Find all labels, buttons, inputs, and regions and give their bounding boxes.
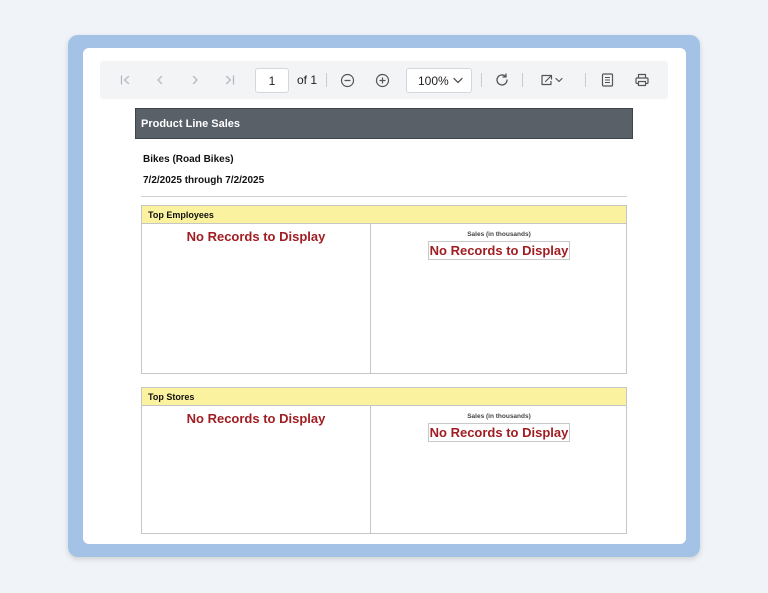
print-icon[interactable] xyxy=(631,61,653,99)
top-stores-section: Top Stores No Records to Display Sales (… xyxy=(141,387,627,534)
toolbar-divider xyxy=(326,73,327,87)
chevron-left-icon[interactable] xyxy=(149,61,171,99)
section-heading: Top Stores xyxy=(142,387,626,406)
stores-chart-area: Sales (in thousands) No Records to Displ… xyxy=(371,406,627,533)
refresh-icon[interactable] xyxy=(491,61,513,99)
chevron-right-icon[interactable] xyxy=(184,61,206,99)
report-category: Bikes (Road Bikes) xyxy=(143,154,234,165)
page-number-input[interactable] xyxy=(255,68,289,93)
report-date-range: 7/2/2025 through 7/2/2025 xyxy=(143,175,265,186)
first-page-icon[interactable] xyxy=(114,61,136,99)
document-icon[interactable] xyxy=(596,61,618,99)
stores-table-area: No Records to Display xyxy=(142,406,371,533)
report-title: Product Line Sales xyxy=(135,108,633,139)
no-records-message: No Records to Display xyxy=(428,423,570,442)
employees-chart-area: Sales (in thousands) No Records to Displ… xyxy=(371,224,627,373)
divider xyxy=(141,196,627,197)
chart-label: Sales (in thousands) xyxy=(467,231,531,238)
export-icon[interactable] xyxy=(536,61,568,99)
zoom-select[interactable]: 100% xyxy=(406,68,472,93)
toolbar-divider xyxy=(481,73,482,87)
zoom-out-icon[interactable] xyxy=(336,61,358,99)
toolbar-divider xyxy=(585,73,586,87)
section-heading: Top Employees xyxy=(142,205,626,224)
chart-label: Sales (in thousands) xyxy=(467,413,531,420)
no-records-message: No Records to Display xyxy=(186,411,326,426)
page-count-label: of 1 xyxy=(297,73,318,87)
zoom-in-icon[interactable] xyxy=(371,61,393,99)
chevron-down-icon xyxy=(453,77,463,84)
employees-table-area: No Records to Display xyxy=(142,224,371,373)
report-viewer: of 1 100% Product Line Sales Bikes xyxy=(83,48,686,544)
no-records-message: No Records to Display xyxy=(186,229,326,244)
zoom-value: 100% xyxy=(418,73,449,88)
viewer-toolbar: of 1 100% xyxy=(100,61,668,99)
no-records-message: No Records to Display xyxy=(428,241,570,260)
toolbar-divider xyxy=(522,73,523,87)
top-employees-section: Top Employees No Records to Display Sale… xyxy=(141,205,627,374)
last-page-icon[interactable] xyxy=(219,61,241,99)
